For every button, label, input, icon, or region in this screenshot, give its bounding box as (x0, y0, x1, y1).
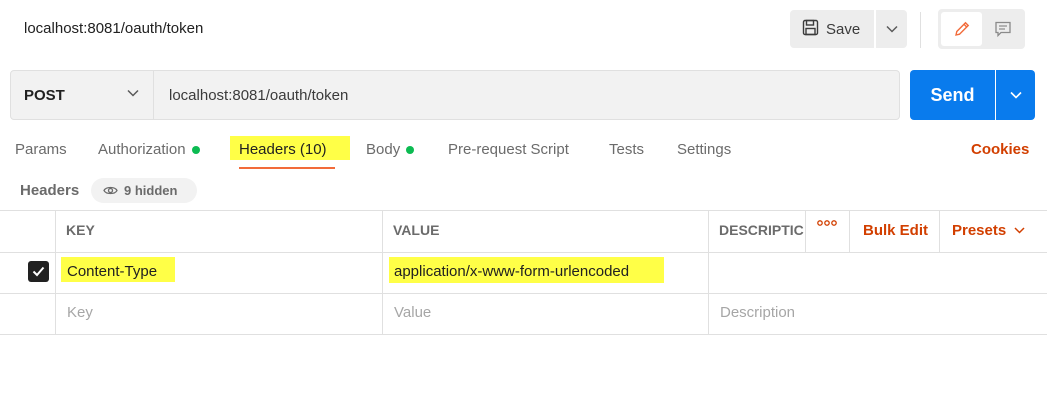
tab-settings[interactable]: Settings (677, 141, 731, 158)
url-input[interactable]: localhost:8081/oauth/token (154, 70, 900, 120)
tab-label: Authorization (98, 141, 186, 158)
hidden-headers-toggle[interactable]: 9 hidden (91, 178, 197, 203)
save-group: Save (790, 10, 907, 48)
view-mode-toggle (938, 9, 1025, 49)
hidden-count: 9 hidden (124, 183, 178, 198)
checkmark-icon (32, 266, 45, 277)
status-dot (191, 145, 200, 154)
new-value-input[interactable]: Value (394, 304, 431, 321)
chevron-down-icon (1009, 91, 1022, 99)
column-divider (939, 210, 940, 252)
table-border (0, 334, 1047, 335)
column-divider (805, 210, 806, 252)
chevron-down-icon (1014, 227, 1025, 234)
header-key-cell[interactable]: Content-Type (67, 263, 157, 280)
tab-body[interactable]: Body (366, 141, 415, 158)
tab-label: Tests (609, 141, 645, 158)
column-divider (55, 210, 56, 335)
headers-section-label: Headers (20, 182, 80, 199)
tab-label: Body (366, 141, 401, 158)
column-divider (849, 210, 850, 252)
more-icon (817, 220, 837, 226)
tab-label: Params (15, 141, 67, 158)
divider (920, 12, 921, 48)
tab-label: Headers (10) (239, 141, 327, 158)
tab-tests[interactable]: Tests (609, 141, 644, 158)
save-label: Save (826, 20, 861, 38)
method-label: POST (24, 86, 65, 104)
chevron-down-icon (127, 89, 139, 97)
edit-mode-button[interactable] (941, 12, 982, 46)
bulk-edit-button[interactable]: Bulk Edit (863, 222, 928, 239)
cookies-link[interactable]: Cookies (971, 141, 1029, 158)
tab-label: Settings (677, 141, 732, 158)
status-dot (406, 145, 415, 154)
column-header-description: DESCRIPTIC (719, 222, 804, 238)
pencil-icon (954, 21, 969, 36)
tab-label: Pre-request Script (448, 141, 569, 158)
active-tab-indicator (239, 167, 335, 169)
column-header-key: KEY (66, 222, 95, 238)
new-key-input[interactable]: Key (67, 304, 93, 321)
method-select[interactable]: POST (10, 70, 154, 120)
table-border (0, 210, 1047, 211)
tab-headers[interactable]: Headers (10) (239, 141, 327, 158)
column-divider (708, 210, 709, 335)
comments-button[interactable] (983, 12, 1023, 46)
top-bar: localhost:8081/oauth/token Save (0, 0, 1047, 60)
new-description-input[interactable]: Description (720, 304, 795, 321)
tab-params[interactable]: Params (15, 141, 67, 158)
row-enabled-checkbox[interactable] (28, 261, 49, 282)
presets-label: Presets (952, 222, 1007, 239)
header-value-cell[interactable]: application/x-www-form-urlencoded (394, 263, 629, 280)
presets-dropdown[interactable]: Presets (952, 222, 1025, 239)
column-divider (382, 210, 383, 335)
save-icon (802, 19, 819, 40)
url-text: localhost:8081/oauth/token (169, 86, 349, 104)
send-button[interactable]: Send (910, 70, 995, 120)
save-options-button[interactable] (876, 10, 907, 48)
table-border (0, 252, 1047, 253)
tab-pre-request-script[interactable]: Pre-request Script (448, 141, 569, 158)
request-title[interactable]: localhost:8081/oauth/token (24, 20, 203, 37)
chevron-down-icon (885, 25, 898, 33)
column-header-value: VALUE (393, 222, 440, 238)
table-border (0, 293, 1047, 294)
save-button[interactable]: Save (790, 10, 874, 48)
comment-icon (995, 21, 1011, 38)
send-options-button[interactable] (996, 70, 1035, 120)
more-options-button[interactable] (817, 219, 837, 227)
tab-authorization[interactable]: Authorization (98, 141, 200, 158)
eye-icon (103, 186, 118, 195)
